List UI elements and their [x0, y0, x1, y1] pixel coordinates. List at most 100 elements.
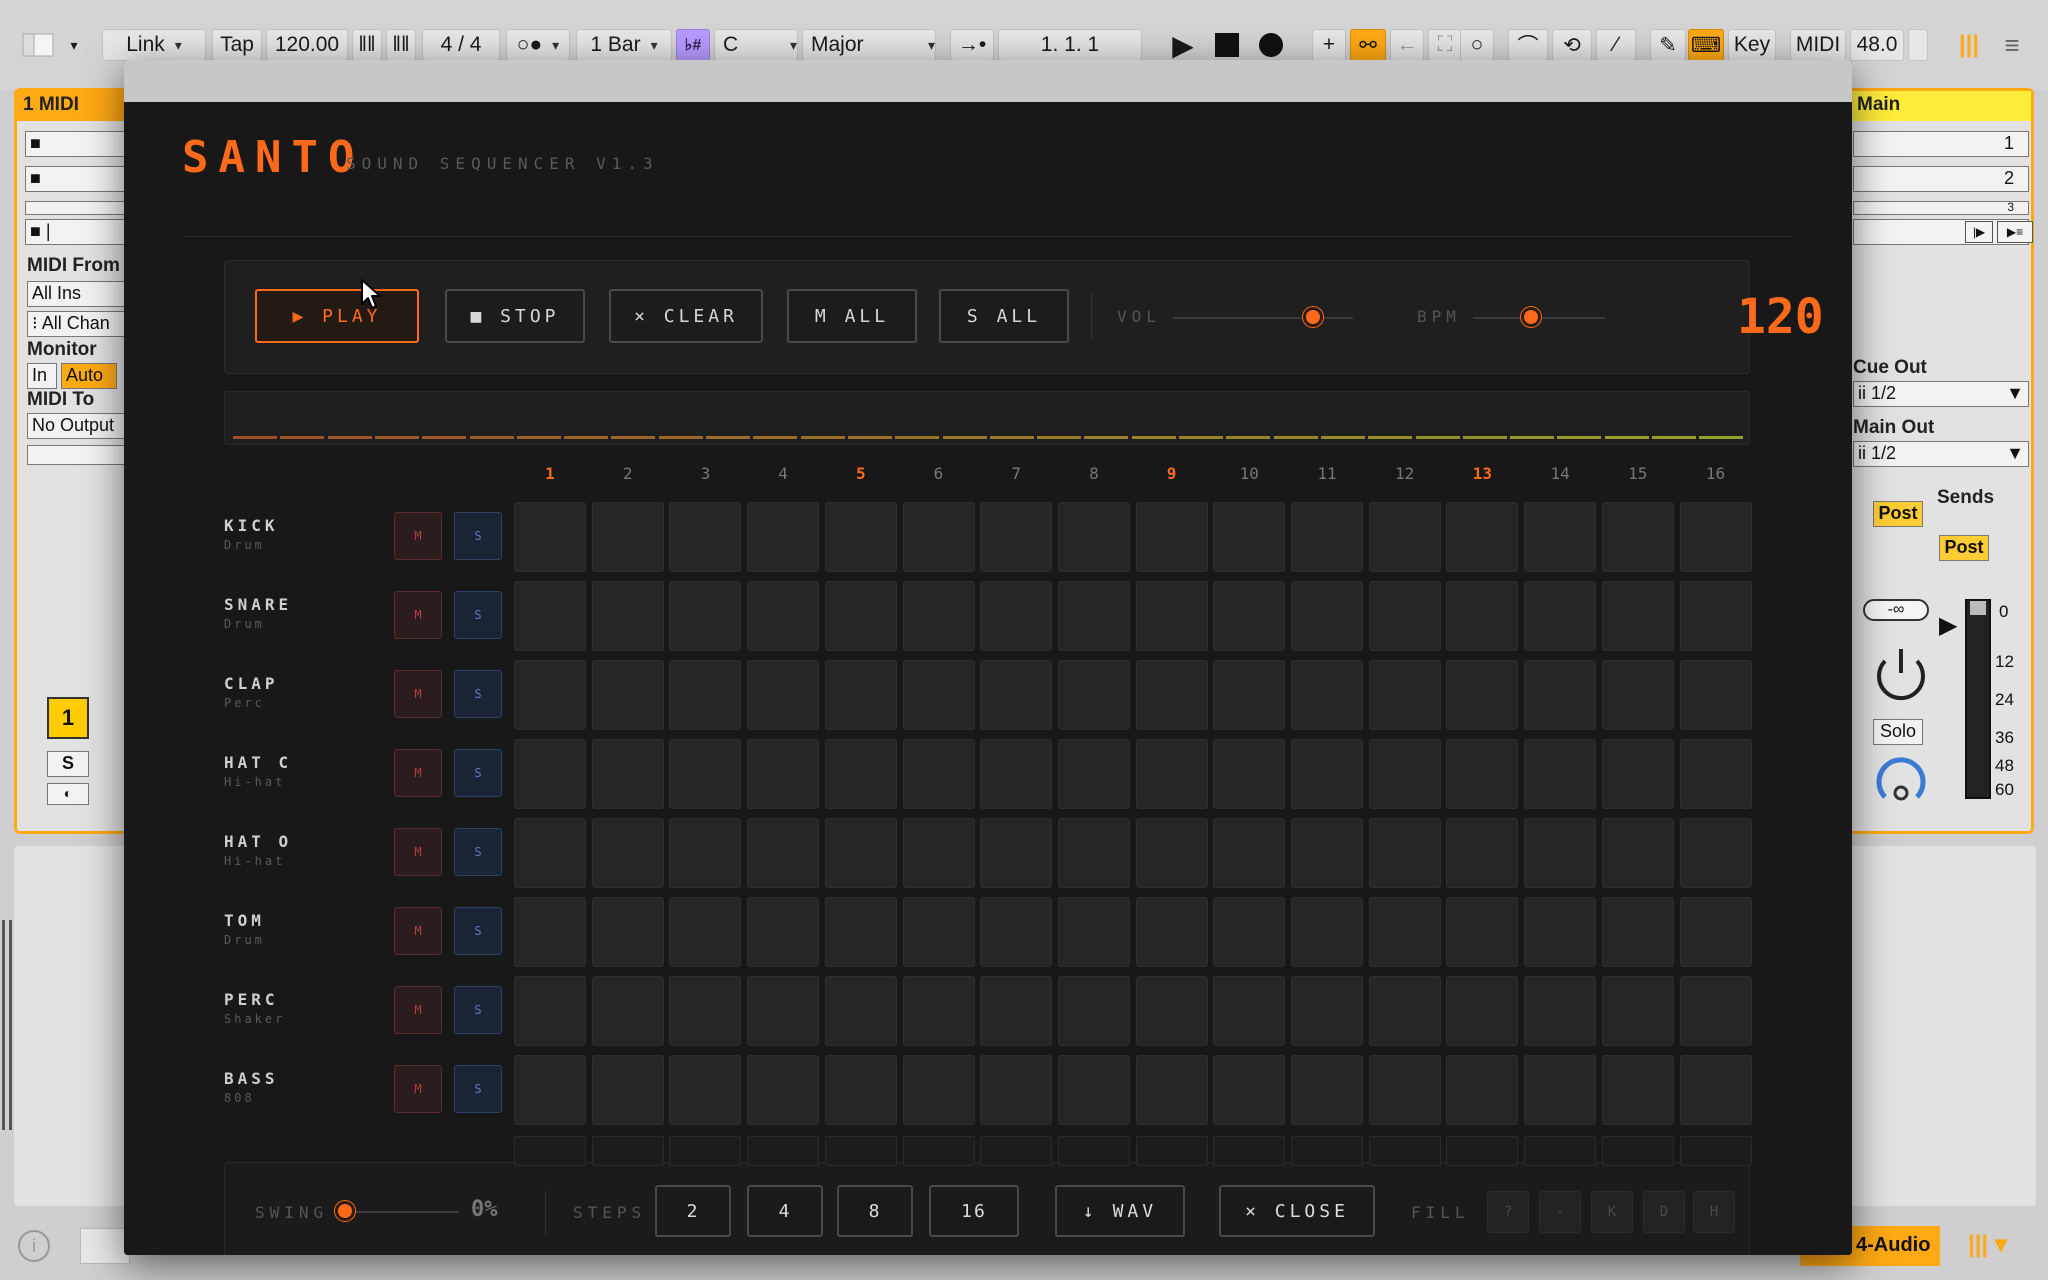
monitor-auto-button[interactable]: Auto — [61, 363, 117, 389]
vol-slider-track[interactable] — [1173, 317, 1353, 319]
step-cell-kick-12[interactable] — [1368, 502, 1441, 572]
step-cell-snare-16[interactable] — [1679, 581, 1752, 651]
step-velocity-11[interactable] — [1291, 1136, 1363, 1166]
mute-button-perc[interactable]: M — [394, 986, 442, 1034]
time-signature-field[interactable]: 4 / 4 — [422, 29, 500, 61]
step-cell-hat-c-6[interactable] — [902, 739, 975, 809]
step-cell-hat-o-11[interactable] — [1291, 818, 1363, 888]
step-cell-hat-o-14[interactable] — [1524, 818, 1597, 888]
metronome-icon[interactable]: ○● — [506, 29, 570, 61]
step-cell-tom-1[interactable] — [514, 897, 586, 967]
step-cell-clap-14[interactable] — [1524, 660, 1597, 730]
step-cell-hat-o-7[interactable] — [980, 818, 1053, 888]
follow-icon[interactable]: →• — [950, 29, 994, 61]
fill-none-button[interactable]: - — [1539, 1191, 1581, 1233]
step-cell-clap-10[interactable] — [1213, 660, 1286, 730]
arrangement-position-field[interactable]: 1. 1. 1 — [998, 29, 1142, 61]
step-cell-clap-8[interactable] — [1057, 660, 1130, 730]
step-cell-clap-16[interactable] — [1679, 660, 1752, 730]
monitor-in-button[interactable]: In — [27, 363, 57, 389]
step-cell-kick-15[interactable] — [1601, 502, 1674, 572]
punch-icon[interactable]: ∕ — [1596, 29, 1636, 61]
nudge-down-icon[interactable]: ‖‖ — [352, 29, 382, 61]
step-cell-kick-16[interactable] — [1679, 502, 1752, 572]
step-cell-perc-3[interactable] — [669, 976, 742, 1046]
step-cell-tom-15[interactable] — [1601, 897, 1674, 967]
step-cell-hat-c-5[interactable] — [824, 739, 897, 809]
main-out-dropdown[interactable]: ii 1/2 ▼ — [1853, 441, 2029, 467]
step-cell-tom-16[interactable] — [1679, 897, 1752, 967]
step-cell-snare-2[interactable] — [591, 581, 664, 651]
step-cell-kick-11[interactable] — [1291, 502, 1363, 572]
step-cell-clap-15[interactable] — [1601, 660, 1674, 730]
step-cell-snare-3[interactable] — [669, 581, 742, 651]
step-cell-hat-o-9[interactable] — [1135, 818, 1208, 888]
step-velocity-2[interactable] — [591, 1136, 664, 1166]
step-cell-clap-4[interactable] — [747, 660, 820, 730]
cue-volume-knob-icon[interactable] — [1873, 751, 1929, 816]
step-velocity-10[interactable] — [1213, 1136, 1286, 1166]
step-velocity-8[interactable] — [1057, 1136, 1130, 1166]
steps-2-button[interactable]: 2 — [655, 1185, 731, 1237]
step-cell-hat-c-2[interactable] — [591, 739, 664, 809]
root-key-dropdown[interactable]: C — [714, 29, 798, 61]
step-cell-kick-6[interactable] — [902, 502, 975, 572]
step-cell-hat-c-15[interactable] — [1601, 739, 1674, 809]
step-cell-snare-13[interactable] — [1446, 581, 1519, 651]
play-button[interactable]: ▶ PLAY — [255, 289, 419, 343]
step-cell-snare-1[interactable] — [514, 581, 586, 651]
step-cell-hat-o-13[interactable] — [1446, 818, 1519, 888]
step-cell-perc-15[interactable] — [1601, 976, 1674, 1046]
step-cell-perc-10[interactable] — [1213, 976, 1286, 1046]
step-cell-kick-5[interactable] — [824, 502, 897, 572]
quantize-dropdown[interactable]: 1 Bar — [576, 29, 672, 61]
scale-dropdown[interactable]: Major — [802, 29, 936, 61]
track-solo-button[interactable]: S — [47, 751, 89, 777]
step-cell-snare-11[interactable] — [1291, 581, 1363, 651]
tempo-field[interactable]: 120.00 — [266, 29, 348, 61]
step-cell-tom-5[interactable] — [824, 897, 897, 967]
step-cell-snare-15[interactable] — [1601, 581, 1674, 651]
mute-button-bass[interactable]: M — [394, 1065, 442, 1113]
pencil-icon[interactable]: ✎ — [1650, 29, 1686, 61]
play-icon[interactable]: ▶ — [1166, 29, 1200, 61]
step-cell-tom-8[interactable] — [1057, 897, 1130, 967]
step-cell-hat-c-1[interactable] — [514, 739, 586, 809]
mute-button-tom[interactable]: M — [394, 907, 442, 955]
step-cell-bass-8[interactable] — [1057, 1055, 1130, 1125]
step-velocity-3[interactable] — [669, 1136, 742, 1166]
step-cell-tom-7[interactable] — [980, 897, 1053, 967]
follow-action-icon[interactable]: |▶ — [1965, 221, 1993, 243]
volume-arrow-icon[interactable]: ▶ — [1939, 611, 1957, 640]
step-cell-clap-13[interactable] — [1446, 660, 1519, 730]
peak-level-display[interactable]: -∞ — [1863, 599, 1929, 621]
scale-mode-icon[interactable]: ♭# — [676, 29, 710, 61]
step-cell-tom-3[interactable] — [669, 897, 742, 967]
step-cell-kick-9[interactable] — [1135, 502, 1208, 572]
step-cell-hat-o-8[interactable] — [1057, 818, 1130, 888]
info-icon[interactable]: i — [18, 1230, 50, 1262]
step-cell-snare-6[interactable] — [902, 581, 975, 651]
step-cell-perc-8[interactable] — [1057, 976, 1130, 1046]
step-cell-hat-c-9[interactable] — [1135, 739, 1208, 809]
overdub-icon[interactable]: + — [1312, 29, 1346, 61]
draw-mode-curve-icon[interactable]: ⌒ — [1508, 29, 1548, 61]
post-toggle-1[interactable]: Post — [1873, 501, 1923, 527]
step-cell-hat-o-3[interactable] — [669, 818, 742, 888]
scene-1-launch[interactable]: 1 — [1853, 131, 2029, 157]
step-cell-perc-7[interactable] — [980, 976, 1053, 1046]
step-cell-hat-o-15[interactable] — [1601, 818, 1674, 888]
step-cell-kick-1[interactable] — [514, 502, 586, 572]
step-velocity-13[interactable] — [1446, 1136, 1519, 1166]
close-button[interactable]: × CLOSE — [1219, 1185, 1375, 1237]
step-cell-clap-6[interactable] — [902, 660, 975, 730]
solo-button-snare[interactable]: S — [454, 591, 502, 639]
fill-hat-button[interactable]: H — [1693, 1191, 1735, 1233]
solo-button-clap[interactable]: S — [454, 670, 502, 718]
solo-button-hat-c[interactable]: S — [454, 749, 502, 797]
vol-slider-knob[interactable] — [1303, 307, 1324, 327]
key-map-button[interactable]: Key — [1728, 29, 1776, 61]
solo-button-bass[interactable]: S — [454, 1065, 502, 1113]
scene-2-launch[interactable]: 2 — [1853, 166, 2029, 192]
step-velocity-16[interactable] — [1679, 1136, 1752, 1166]
